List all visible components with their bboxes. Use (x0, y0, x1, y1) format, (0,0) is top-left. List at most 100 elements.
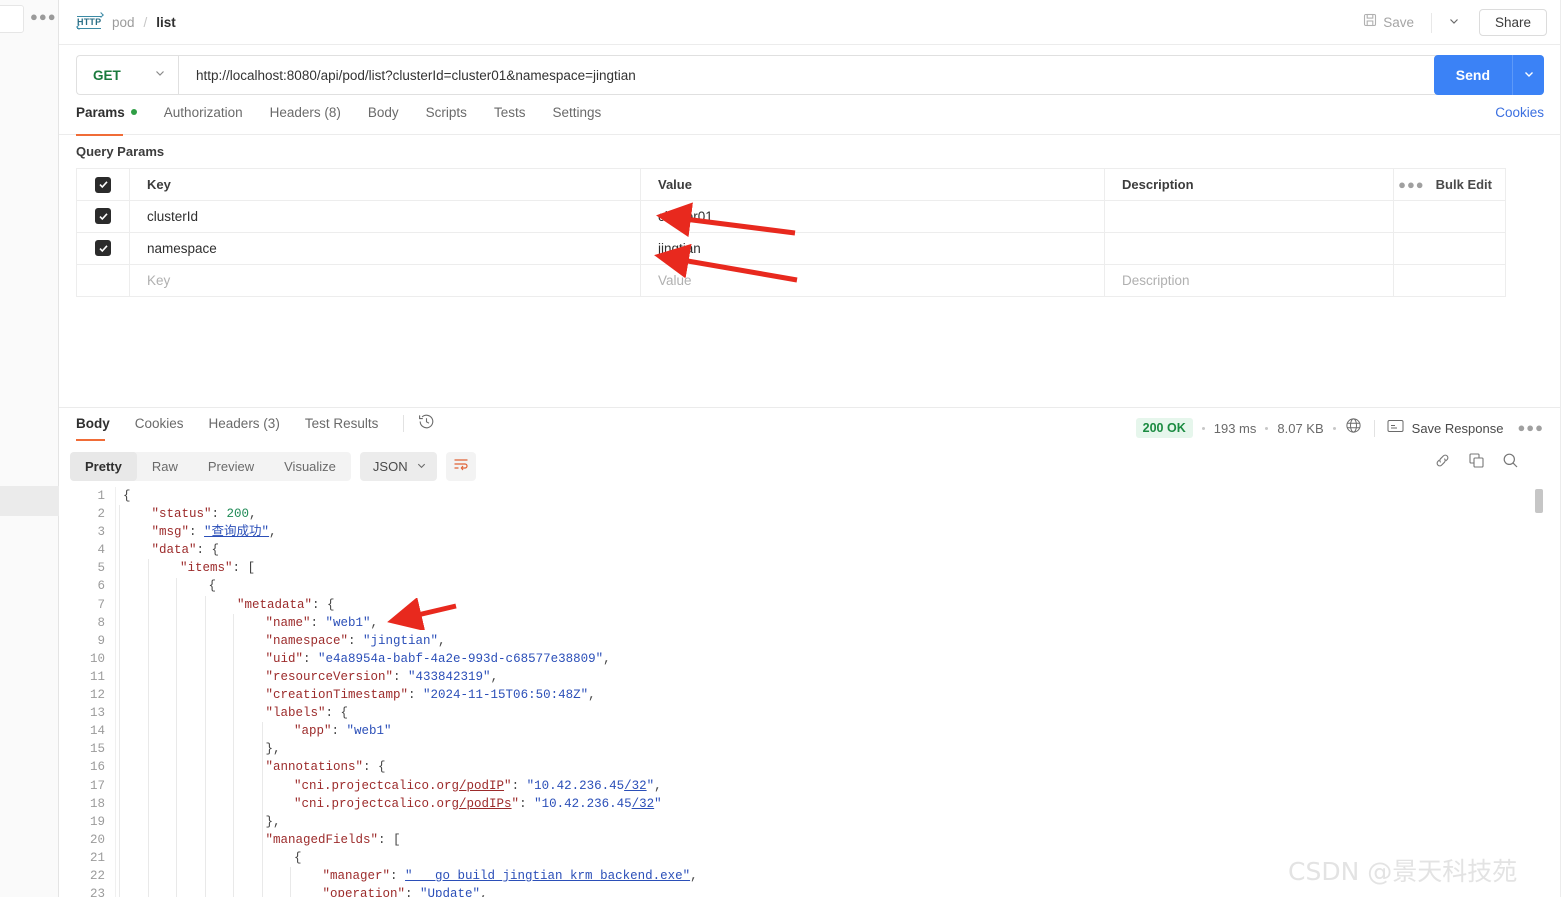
checkbox-checked-icon[interactable] (95, 240, 111, 257)
row-checkbox-cell[interactable] (76, 232, 130, 265)
request-tab-authorization[interactable]: Authorization (164, 105, 258, 135)
bulk-edit-button[interactable]: Bulk Edit (1436, 177, 1492, 192)
left-sidebar: ●●● (0, 0, 59, 897)
code-text: "manager": "___go_build_jingtian_krm_bac… (322, 868, 698, 883)
cookies-link[interactable]: Cookies (1495, 105, 1544, 120)
row-checkbox-cell[interactable] (76, 200, 130, 233)
format-selector[interactable]: JSON (359, 452, 437, 481)
code-text: "labels": { (265, 706, 349, 721)
chevron-down-icon (416, 458, 427, 476)
sidebar-active-row[interactable] (0, 486, 59, 516)
response-tab-cookies[interactable]: Cookies (135, 416, 184, 440)
line-number: 11 (89, 669, 105, 684)
copy-icon[interactable] (1468, 452, 1485, 474)
response-tab-headers-3[interactable]: Headers (3) (209, 416, 280, 440)
send-options-button[interactable] (1512, 55, 1544, 95)
body-view-pretty[interactable]: Pretty (70, 452, 137, 481)
body-view-preview[interactable]: Preview (193, 452, 269, 481)
url-input[interactable]: http://localhost:8080/api/pod/list?clust… (178, 55, 1544, 95)
separator-dot (1201, 426, 1205, 430)
globe-icon[interactable] (1345, 417, 1362, 439)
table-row-empty[interactable]: Key Value Description (76, 264, 1506, 297)
checkbox-checked-icon[interactable] (95, 208, 111, 225)
param-description-input[interactable] (1104, 232, 1394, 265)
code-text: "operation": "Update", (322, 887, 488, 897)
checkbox-checked-icon[interactable] (95, 176, 111, 193)
param-description-input-empty[interactable]: Description (1104, 264, 1394, 297)
request-tab-scripts[interactable]: Scripts (426, 105, 482, 135)
breadcrumb-current[interactable]: list (156, 15, 176, 30)
param-key-input[interactable]: namespace (129, 232, 641, 265)
line-number: 21 (89, 850, 105, 865)
table-tools-cell: ●●● Bulk Edit (1393, 168, 1506, 201)
description-placeholder: Description (1122, 272, 1190, 288)
param-key-input-empty[interactable]: Key (129, 264, 641, 297)
line-number: 2 (97, 507, 105, 522)
param-key-input[interactable]: clusterId (129, 200, 641, 233)
table-row[interactable]: namespace jingtian (76, 232, 1506, 265)
code-text: }, (265, 742, 281, 757)
request-tab-params[interactable]: Params (76, 105, 152, 136)
param-value-input-empty[interactable]: Value (640, 264, 1105, 297)
code-text: "name": "web1", (265, 615, 379, 630)
code-text: "annotations": { (265, 760, 386, 775)
line-number: 9 (97, 633, 105, 648)
tab-label: Authorization (163, 105, 243, 120)
word-wrap-button[interactable] (445, 452, 476, 481)
body-view-raw[interactable]: Raw (137, 452, 193, 481)
line-number: 3 (97, 525, 105, 540)
request-tab-headers-8[interactable]: Headers (8) (270, 105, 356, 135)
table-row[interactable]: clusterId cluster01 (76, 200, 1506, 233)
http-protocol-icon: HTTP (76, 12, 104, 31)
vertical-scrollbar-thumb[interactable] (1535, 489, 1543, 513)
status-badge: 200 OK (1135, 418, 1193, 438)
param-value-input[interactable]: cluster01 (640, 200, 1105, 233)
url-text: http://localhost:8080/api/pod/list?clust… (196, 67, 636, 83)
request-tab-settings[interactable]: Settings (552, 105, 616, 135)
body-toolbar-actions (1434, 452, 1519, 474)
save-options-button[interactable] (1441, 10, 1467, 36)
line-number: 15 (89, 742, 105, 757)
word-wrap-icon (453, 457, 469, 476)
select-all-cell[interactable] (76, 168, 130, 201)
param-value-input[interactable]: jingtian (640, 232, 1105, 265)
indent-guide (290, 867, 291, 897)
body-view-visualize[interactable]: Visualize (269, 452, 351, 481)
more-horizontal-icon[interactable]: ●●● (30, 10, 57, 23)
request-tab-tests[interactable]: Tests (494, 105, 541, 135)
response-tab-test-results[interactable]: Test Results (305, 416, 379, 440)
link-icon[interactable] (1434, 452, 1451, 474)
code-text: "creationTimestamp": "2024-11-15T06:50:4… (265, 688, 596, 703)
key-placeholder: Key (147, 272, 171, 288)
code-text: "uid": "e4a8954a-babf-4a2e-993d-c68577e3… (265, 651, 611, 666)
line-number: 8 (97, 615, 105, 630)
request-tab-body[interactable]: Body (368, 105, 414, 135)
search-icon[interactable] (1502, 452, 1519, 474)
chevron-down-icon (154, 66, 166, 84)
line-number: 20 (89, 832, 105, 847)
more-horizontal-icon[interactable]: ●●● (1398, 178, 1425, 191)
request-tabs: Params Authorization Headers (8) Body Script… (76, 105, 628, 136)
divider (1430, 12, 1432, 33)
save-response-button[interactable]: Save Response (1412, 421, 1504, 436)
clock-history-icon[interactable] (418, 413, 435, 435)
response-body-code[interactable]: 1 {2 "status": 200, 3 "msg": "查询成功", 4 "data":… (59, 487, 1561, 897)
modified-dot-icon (130, 109, 137, 115)
code-text: "app": "web1" (294, 724, 392, 739)
indent-guide (204, 595, 206, 897)
save-button[interactable]: Save (1355, 8, 1422, 37)
more-horizontal-icon[interactable]: ●●● (1517, 421, 1544, 434)
send-button[interactable]: Send (1433, 55, 1512, 95)
method-label: GET (93, 67, 121, 83)
code-text: { (123, 489, 131, 503)
share-button[interactable]: Share (1478, 9, 1547, 36)
param-description-input[interactable] (1104, 200, 1394, 233)
row-tools-cell (1393, 232, 1506, 265)
breadcrumb-parent[interactable]: pod (112, 15, 135, 30)
save-response-icon[interactable] (1387, 419, 1404, 438)
vertical-scrollbar-track[interactable] (1535, 487, 1543, 897)
row-checkbox-cell[interactable] (76, 264, 130, 297)
response-tab-body[interactable]: Body (76, 416, 110, 441)
method-selector[interactable]: GET (76, 55, 178, 95)
code-text: "data": { (151, 543, 220, 558)
